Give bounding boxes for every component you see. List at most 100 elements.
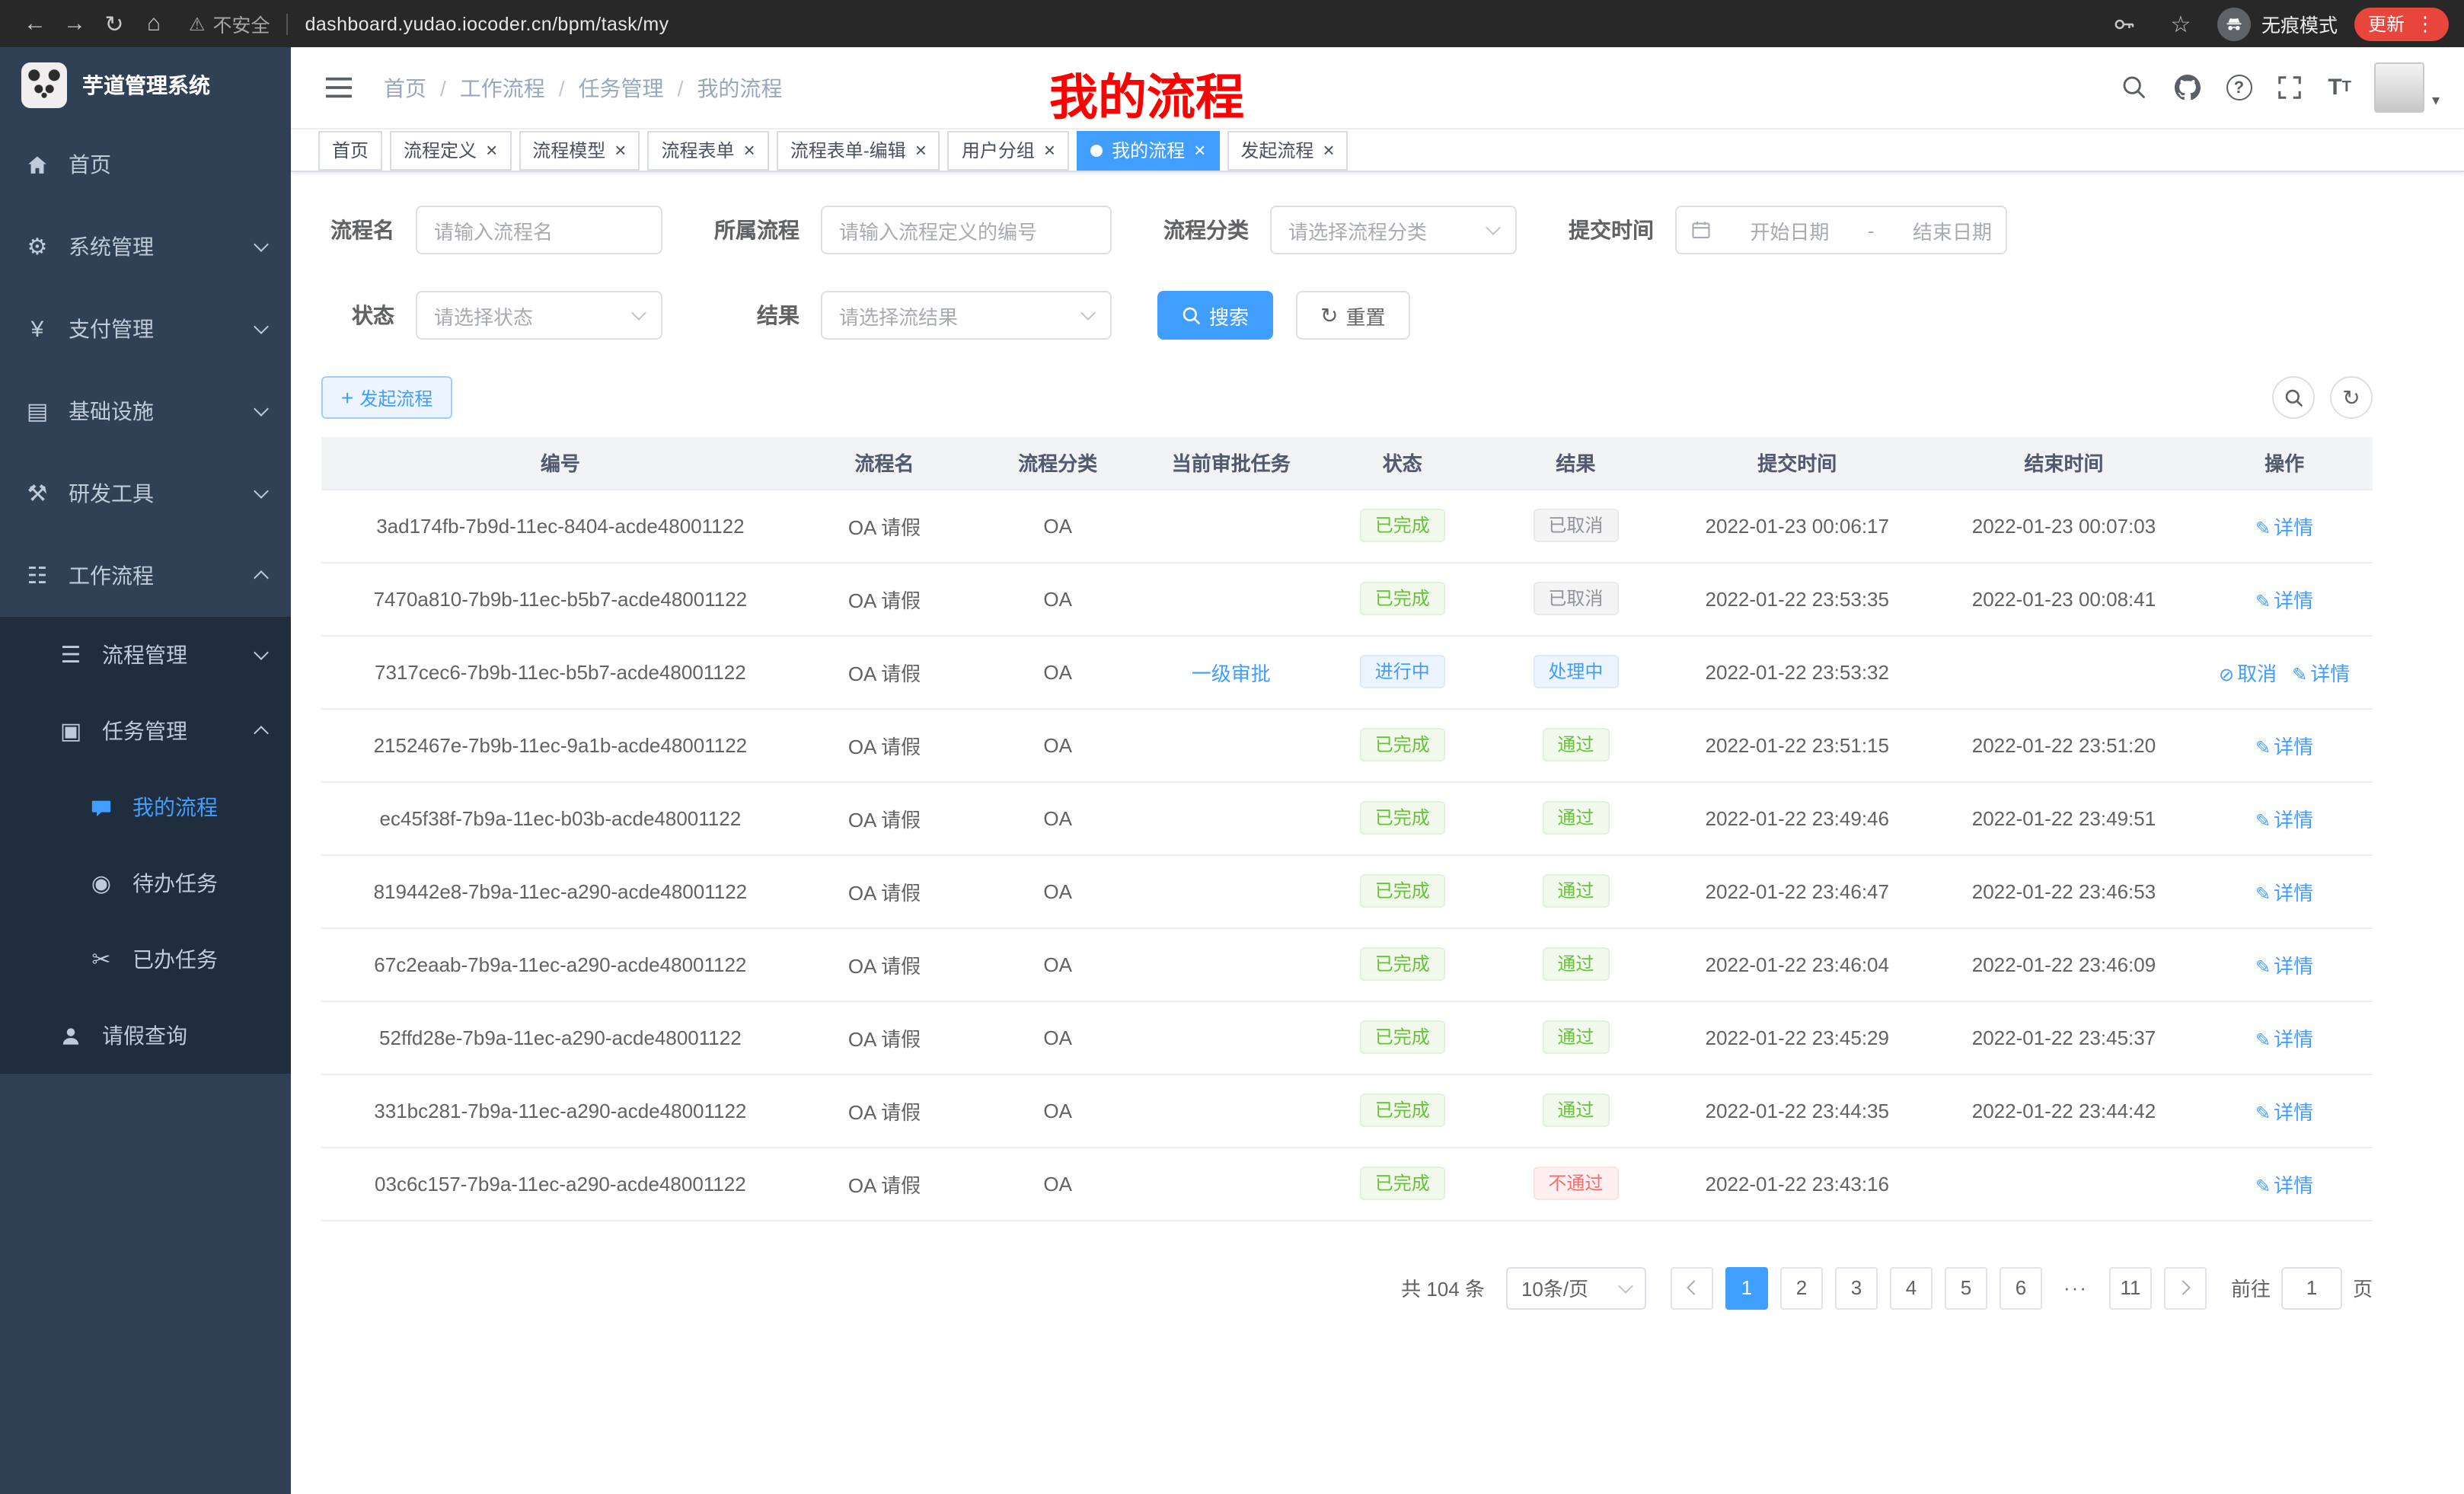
- page-button-1[interactable]: 1: [1725, 1266, 1768, 1309]
- page-button-4[interactable]: 4: [1890, 1266, 1933, 1309]
- browser-forward-icon[interactable]: →: [55, 5, 94, 42]
- security-warning[interactable]: ⚠ 不安全: [189, 9, 270, 38]
- fullscreen-icon[interactable]: [2274, 72, 2305, 103]
- tab-start-process[interactable]: 发起流程 ×: [1227, 130, 1348, 170]
- sidebar-item-my-process[interactable]: 我的流程: [0, 769, 291, 845]
- cell-category: OA: [969, 708, 1146, 781]
- toggle-search-button[interactable]: [2272, 376, 2315, 419]
- more-pages-icon[interactable]: ···: [2054, 1266, 2097, 1309]
- end-date-placeholder: 结束日期: [1913, 215, 1992, 244]
- goto-page-input[interactable]: 1: [2281, 1266, 2342, 1309]
- detail-link[interactable]: ✎详情: [2255, 808, 2313, 831]
- detail-link[interactable]: ✎详情: [2255, 589, 2313, 611]
- breadcrumb-item-home[interactable]: 首页: [384, 72, 426, 103]
- submit-time-range-picker[interactable]: 开始日期 - 结束日期: [1675, 206, 2007, 254]
- current-task-link[interactable]: 一级审批: [1192, 662, 1271, 685]
- cell-name: OA 请假: [800, 854, 970, 927]
- reset-button[interactable]: ↻ 重置: [1296, 291, 1410, 340]
- sidebar-item-payment-management[interactable]: ¥ 支付管理: [0, 288, 291, 370]
- detail-link[interactable]: ✎详情: [2255, 1027, 2313, 1050]
- close-tab-icon[interactable]: ×: [486, 140, 497, 160]
- tab-process-model[interactable]: 流程模型 ×: [519, 130, 640, 170]
- tab-user-group[interactable]: 用户分组 ×: [948, 130, 1069, 170]
- update-label: 更新: [2368, 11, 2405, 37]
- page-button-2[interactable]: 2: [1780, 1266, 1823, 1309]
- detail-link[interactable]: ✎详情: [2292, 662, 2350, 685]
- page-button-5[interactable]: 5: [1945, 1266, 1987, 1309]
- page-button-6[interactable]: 6: [2000, 1266, 2042, 1309]
- detail-link[interactable]: ✎详情: [2255, 1100, 2313, 1123]
- page-button-11[interactable]: 11: [2109, 1266, 2152, 1309]
- table-row: 819442e8-7b9a-11ec-a290-acde48001122 OA …: [321, 854, 2373, 927]
- tab-process-form-edit[interactable]: 流程表单-编辑 ×: [777, 130, 940, 170]
- breadcrumb: 首页 / 工作流程 / 任务管理 / 我的流程: [384, 72, 782, 103]
- detail-link[interactable]: ✎详情: [2255, 881, 2313, 904]
- close-tab-icon[interactable]: ×: [1194, 140, 1205, 160]
- app-logo[interactable]: 芋道管理系统: [0, 47, 291, 123]
- tab-my-process[interactable]: 我的流程 ×: [1077, 130, 1219, 170]
- browser-back-icon[interactable]: ←: [15, 5, 55, 42]
- chevron-down-icon: [631, 305, 646, 321]
- github-icon[interactable]: [2172, 72, 2203, 103]
- sidebar-item-todo-tasks[interactable]: ◉ 待办任务: [0, 845, 291, 921]
- prev-page-button[interactable]: [1671, 1266, 1713, 1309]
- help-icon[interactable]: ?: [2226, 75, 2252, 101]
- browser-home-icon[interactable]: ⌂: [134, 5, 174, 42]
- category-select[interactable]: 请选择流程分类: [1270, 206, 1517, 254]
- process-name-input[interactable]: 请输入流程名: [416, 206, 662, 254]
- detail-link[interactable]: ✎详情: [2255, 735, 2313, 758]
- process-definition-input[interactable]: 请输入流程定义的编号: [821, 206, 1112, 254]
- table-row: 3ad174fb-7b9d-11ec-8404-acde48001122 OA …: [321, 489, 2373, 562]
- page-button-3[interactable]: 3: [1835, 1266, 1878, 1309]
- close-tab-icon[interactable]: ×: [915, 140, 927, 160]
- sidebar-item-workflow[interactable]: ☷ 工作流程: [0, 535, 291, 617]
- page-size-select[interactable]: 10条/页: [1506, 1266, 1646, 1309]
- chevron-down-icon: [256, 490, 267, 496]
- close-tab-icon[interactable]: ×: [744, 140, 755, 160]
- cell-result: 处理中: [1489, 635, 1663, 708]
- search-icon[interactable]: [2119, 72, 2150, 103]
- detail-link[interactable]: ✎详情: [2255, 1173, 2313, 1196]
- sidebar-item-task-management[interactable]: ▣ 任务管理: [0, 693, 291, 769]
- sidebar-item-system-management[interactable]: ⚙ 系统管理: [0, 206, 291, 288]
- key-icon[interactable]: [2105, 5, 2144, 42]
- tab-home[interactable]: 首页: [318, 130, 382, 170]
- browser-menu-icon[interactable]: ⋮: [2415, 11, 2435, 36]
- cell-end-time: 2022-01-22 23:49:51: [1932, 781, 2197, 854]
- breadcrumb-item-task-management[interactable]: 任务管理: [579, 72, 664, 103]
- pagination: 共 104 条 10条/页 123456···11 前往 1 页: [321, 1266, 2373, 1309]
- update-button[interactable]: 更新 ⋮: [2354, 7, 2449, 40]
- sidebar-item-dev-tools[interactable]: ⚒ 研发工具: [0, 452, 291, 535]
- cancel-link[interactable]: ⊘取消: [2219, 662, 2277, 685]
- detail-link[interactable]: ✎详情: [2255, 954, 2313, 977]
- browser-refresh-icon[interactable]: ↻: [94, 5, 134, 42]
- breadcrumb-item-workflow[interactable]: 工作流程: [460, 72, 545, 103]
- sidebar-item-leave-query[interactable]: 请假查询: [0, 998, 291, 1074]
- create-process-button[interactable]: + 发起流程: [321, 376, 452, 419]
- search-button[interactable]: 搜索: [1157, 291, 1273, 340]
- detail-link[interactable]: ✎详情: [2255, 516, 2313, 538]
- status-select[interactable]: 请选择状态: [416, 291, 662, 340]
- cell-id: 2152467e-7b9b-11ec-9a1b-acde48001122: [321, 708, 800, 781]
- breadcrumb-item-my-process: 我的流程: [697, 72, 782, 103]
- bookmark-star-icon[interactable]: ☆: [2161, 5, 2201, 42]
- close-tab-icon[interactable]: ×: [1044, 140, 1055, 160]
- goto-page: 前往 1 页: [2231, 1266, 2373, 1309]
- sidebar-toggle-icon[interactable]: [315, 72, 362, 104]
- result-select[interactable]: 请选择流结果: [821, 291, 1112, 340]
- refresh-table-button[interactable]: ↻: [2330, 376, 2373, 419]
- tab-process-form[interactable]: 流程表单 ×: [647, 130, 768, 170]
- tab-process-definition[interactable]: 流程定义 ×: [390, 130, 511, 170]
- result-tag: 已取消: [1533, 582, 1618, 615]
- user-avatar[interactable]: ▾: [2374, 62, 2440, 113]
- sidebar-item-process-management[interactable]: ☰ 流程管理: [0, 617, 291, 693]
- sidebar-item-home[interactable]: 首页: [0, 123, 291, 206]
- close-tab-icon[interactable]: ×: [614, 140, 626, 160]
- sidebar-item-done-tasks[interactable]: ✂ 已办任务: [0, 921, 291, 998]
- edit-icon: ✎: [2255, 1175, 2271, 1196]
- close-tab-icon[interactable]: ×: [1323, 140, 1334, 160]
- next-page-button[interactable]: [2164, 1266, 2207, 1309]
- sidebar-item-infrastructure[interactable]: ▤ 基础设施: [0, 370, 291, 452]
- font-size-icon[interactable]: TT: [2328, 72, 2351, 103]
- address-bar[interactable]: dashboard.yudao.iocoder.cn/bpm/task/my: [305, 13, 669, 34]
